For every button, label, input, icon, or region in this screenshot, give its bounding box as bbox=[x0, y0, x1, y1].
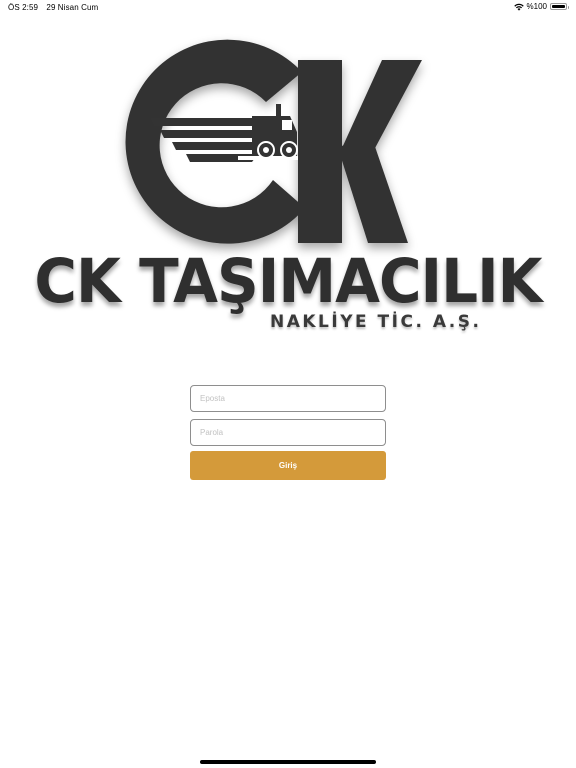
status-time: ÖS 2:59 bbox=[8, 3, 39, 12]
battery-icon bbox=[550, 3, 569, 10]
login-screen: ÖS 2:59 29 Nisan Cum %100 CK TAŞIMACILIK… bbox=[0, 0, 576, 768]
login-form: Giriş bbox=[190, 385, 386, 480]
email-field[interactable] bbox=[190, 385, 386, 412]
login-button[interactable]: Giriş bbox=[190, 451, 386, 480]
status-left: ÖS 2:59 29 Nisan Cum bbox=[8, 3, 98, 12]
status-date: 29 Nisan Cum bbox=[46, 3, 99, 12]
battery-fill bbox=[552, 5, 565, 8]
status-bar: ÖS 2:59 29 Nisan Cum %100 bbox=[0, 0, 576, 14]
company-subtitle: NAKLİYE TİC. A.Ş. bbox=[270, 312, 482, 332]
company-name: CK TAŞIMACILIK bbox=[34, 245, 542, 317]
status-right: %100 bbox=[513, 2, 569, 11]
battery-percent: %100 bbox=[526, 2, 547, 11]
wifi-icon bbox=[513, 3, 524, 11]
password-field[interactable] bbox=[190, 419, 386, 446]
home-indicator[interactable] bbox=[200, 760, 376, 764]
